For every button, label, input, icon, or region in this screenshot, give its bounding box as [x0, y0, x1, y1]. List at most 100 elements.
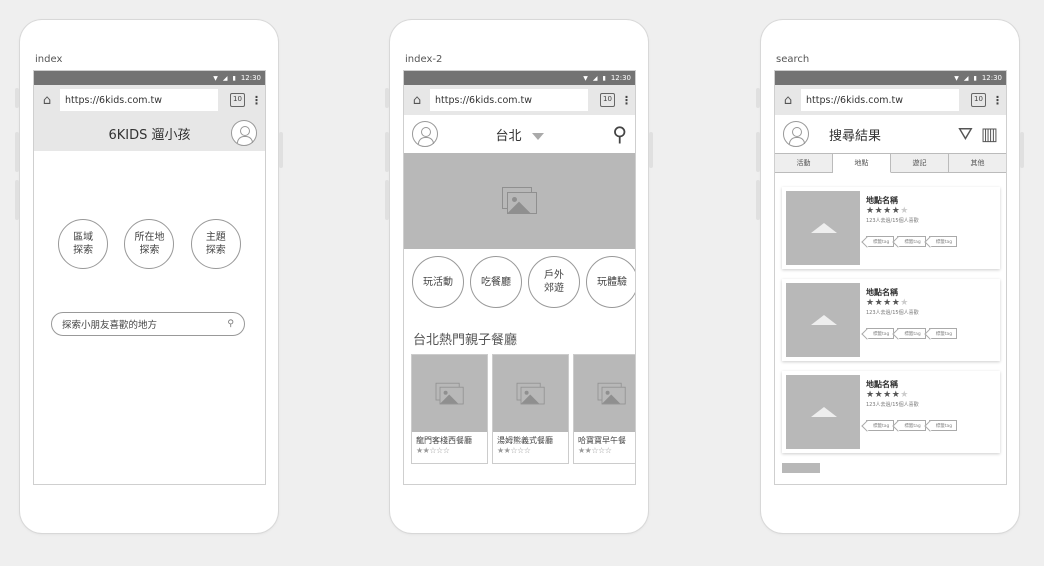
category-outdoor-button[interactable]: 戶外 郊遊 [528, 256, 580, 308]
url-field[interactable]: https://6kids.com.tw [60, 89, 218, 111]
place-thumbnail [786, 283, 860, 357]
image-placeholder-icon [435, 382, 464, 404]
user-icon[interactable] [783, 121, 809, 147]
explore-theme-button[interactable]: 主題 探索 [190, 219, 241, 269]
hero-banner[interactable] [404, 153, 635, 249]
more-menu-icon[interactable]: ⋮ [251, 94, 262, 107]
status-bar: ▼ ◢ ▮ 12:30 [34, 71, 265, 85]
restaurant-card[interactable]: 龍門客棧西餐廳 ★★☆☆☆ [411, 354, 488, 464]
app-header: 台北 ⚲ [404, 115, 635, 153]
tab-travelogues[interactable]: 遊記 [891, 154, 949, 172]
battery-icon: ▮ [232, 74, 236, 82]
tag[interactable]: 標籤tag [866, 236, 895, 247]
battery-icon: ▮ [602, 74, 606, 82]
url-field[interactable]: https://6kids.com.tw [801, 89, 959, 111]
tag[interactable]: 標籤tag [897, 420, 926, 431]
status-time: 12:30 [981, 74, 1002, 82]
tag-list: 標籤tag 標籤tag 標籤tag [866, 328, 958, 339]
header-tools: ⛛ ▥ [958, 124, 998, 145]
result-card[interactable]: 地點名稱 ★★★★★ 123人去過/15個人喜歡 標籤tag 標籤tag 標籤t… [782, 279, 1000, 361]
rating-stars: ★★☆☆☆ [416, 446, 450, 455]
screen-label: index-2 [405, 54, 443, 65]
wifi-icon: ▼ [213, 74, 218, 82]
place-name: 地點名稱 [866, 196, 898, 205]
page-title: 搜尋結果 [829, 128, 882, 144]
browser-bar: ⌂ https://6kids.com.tw 10 ⋮ [404, 85, 635, 115]
phone-index: index ▼ ◢ ▮ 12:30 ⌂ https://6kids.com.tw… [15, 20, 283, 533]
app-header: 搜尋結果 ⛛ ▥ [775, 115, 1006, 153]
explore-location-button[interactable]: 所在地 探索 [124, 219, 175, 269]
city-label: 台北 [495, 128, 522, 144]
restaurant-thumbnail [574, 355, 635, 432]
place-name: 地點名稱 [866, 380, 898, 389]
more-menu-icon[interactable]: ⋮ [992, 94, 1003, 107]
screen: ▼ ◢ ▮ 12:30 ⌂ https://6kids.com.tw 10 ⋮ … [33, 70, 266, 485]
restaurant-name: 龍門客棧西餐廳 [416, 436, 472, 445]
tab-count-button[interactable]: 10 [971, 93, 986, 107]
tab-count-button[interactable]: 10 [230, 93, 245, 107]
signal-icon: ◢ [222, 74, 228, 82]
result-card-partial[interactable] [782, 463, 820, 473]
tab-activities[interactable]: 活動 [775, 154, 833, 172]
rating-stars: ★★★★★ [866, 298, 909, 308]
section-title: 台北熱門親子餐廳 [413, 333, 518, 348]
user-icon[interactable] [231, 120, 257, 146]
filter-icon[interactable]: ⛛ [958, 124, 973, 145]
category-experience-button[interactable]: 玩體驗 [586, 256, 635, 308]
rating-stars: ★★★★★ [866, 390, 909, 400]
explore-area-button[interactable]: 區域 探索 [58, 219, 109, 269]
tag[interactable]: 標籤tag [928, 328, 958, 339]
place-thumbnail [786, 375, 860, 449]
url-field[interactable]: https://6kids.com.tw [430, 89, 588, 111]
battery-icon: ▮ [973, 74, 977, 82]
tab-others[interactable]: 其他 [949, 154, 1006, 172]
category-row: 玩活動 吃餐廳 戶外 郊遊 玩體驗 [404, 249, 635, 315]
category-restaurant-button[interactable]: 吃餐廳 [470, 256, 522, 308]
restaurant-name: 哈寶寶早午餐 [578, 436, 626, 445]
rating-stars: ★★☆☆☆ [578, 446, 612, 455]
image-placeholder-icon [597, 382, 626, 404]
home-icon[interactable]: ⌂ [40, 93, 54, 108]
home-icon[interactable]: ⌂ [410, 93, 424, 108]
place-stats: 123人去過/15個人喜歡 [866, 310, 919, 316]
more-menu-icon[interactable]: ⋮ [621, 94, 632, 107]
place-stats: 123人去過/15個人喜歡 [866, 218, 919, 224]
tag[interactable]: 標籤tag [897, 328, 926, 339]
tag-list: 標籤tag 標籤tag 標籤tag [866, 420, 958, 431]
place-name: 地點名稱 [866, 288, 898, 297]
app-title: 6KIDS 遛小孩 [108, 127, 191, 143]
category-activity-button[interactable]: 玩活動 [412, 256, 464, 308]
tab-places[interactable]: 地點 [833, 154, 891, 173]
rating-stars: ★★☆☆☆ [497, 446, 531, 455]
search-placeholder: 探索小朋友喜歡的地方 [62, 320, 158, 331]
explore-buttons: 區域 探索 所在地 探索 主題 探索 [34, 219, 265, 269]
search-icon: ⚲ [227, 319, 234, 329]
map-icon[interactable]: ▥ [981, 124, 998, 145]
tab-count-button[interactable]: 10 [600, 93, 615, 107]
tag[interactable]: 標籤tag [928, 420, 958, 431]
browser-bar: ⌂ https://6kids.com.tw 10 ⋮ [775, 85, 1006, 115]
rating-stars: ★★★★★ [866, 206, 909, 216]
status-time: 12:30 [610, 74, 631, 82]
result-card[interactable]: 地點名稱 ★★★★★ 123人去過/15個人喜歡 標籤tag 標籤tag 標籤t… [782, 371, 1000, 453]
result-card[interactable]: 地點名稱 ★★★★★ 123人去過/15個人喜歡 標籤tag 標籤tag 標籤t… [782, 187, 1000, 269]
tag[interactable]: 標籤tag [866, 328, 895, 339]
restaurant-card[interactable]: 哈寶寶早午餐 ★★☆☆☆ [573, 354, 635, 464]
phone-index-2: index-2 ▼ ◢ ▮ 12:30 ⌂ https://6kids.com.… [385, 20, 653, 533]
restaurant-thumbnail [412, 355, 487, 432]
tag[interactable]: 標籤tag [928, 236, 958, 247]
tag-list: 標籤tag 標籤tag 標籤tag [866, 236, 958, 247]
restaurant-card[interactable]: 湯姆熊義式餐廳 ★★☆☆☆ [492, 354, 569, 464]
result-list: 地點名稱 ★★★★★ 123人去過/15個人喜歡 標籤tag 標籤tag 標籤t… [775, 173, 1006, 473]
search-input[interactable]: 探索小朋友喜歡的地方 ⚲ [51, 312, 245, 336]
restaurant-name: 湯姆熊義式餐廳 [497, 436, 553, 445]
search-icon[interactable]: ⚲ [612, 122, 627, 146]
image-placeholder-icon [516, 382, 545, 404]
signal-icon: ◢ [592, 74, 598, 82]
city-selector[interactable]: 台北 [404, 125, 635, 144]
home-icon[interactable]: ⌂ [781, 93, 795, 108]
tag[interactable]: 標籤tag [866, 420, 895, 431]
phone-search: search ▼ ◢ ▮ 12:30 ⌂ https://6kids.com.t… [756, 20, 1024, 533]
status-bar: ▼ ◢ ▮ 12:30 [404, 71, 635, 85]
tag[interactable]: 標籤tag [897, 236, 926, 247]
